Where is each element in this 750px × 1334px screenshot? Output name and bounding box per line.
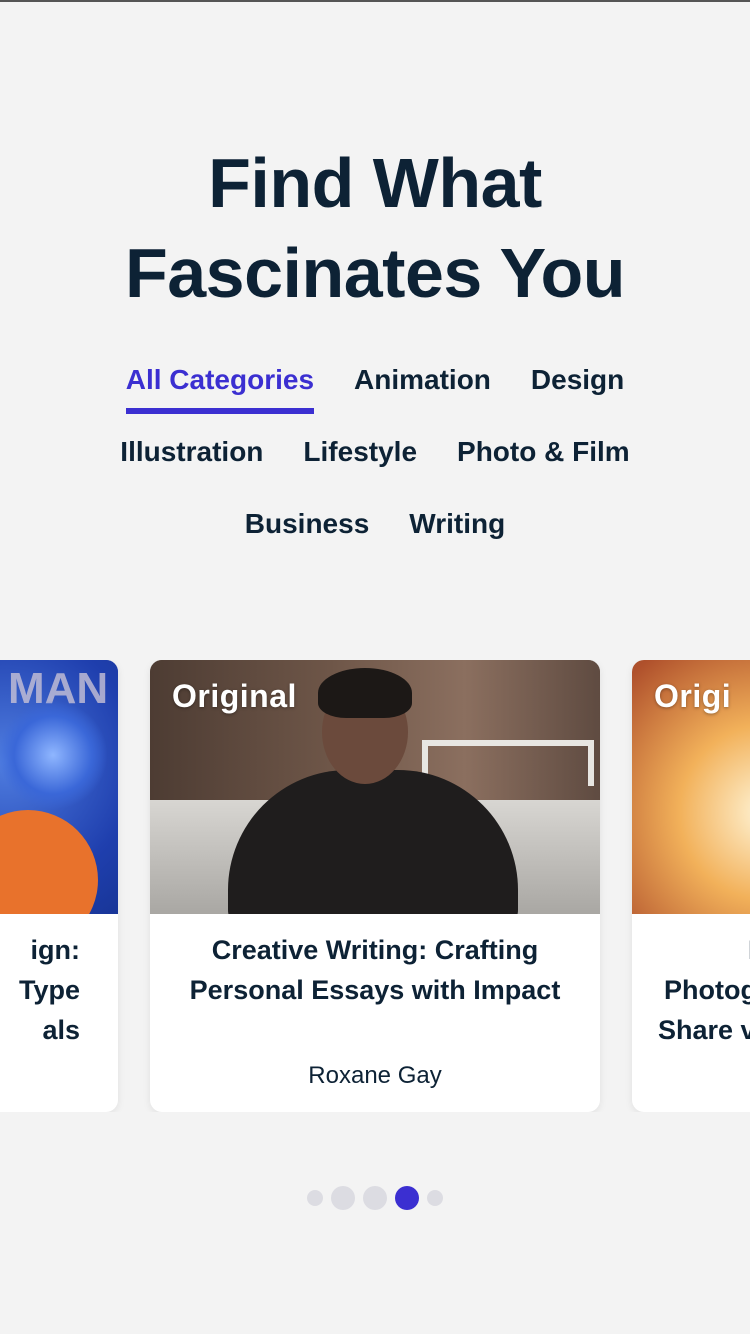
class-card-author: Roxane Gay — [308, 1062, 442, 1089]
original-badge: Origi — [654, 678, 732, 714]
class-card-title[interactable]: Creative Writing: Crafting Personal Essa… — [150, 930, 600, 1010]
page-title-line-1: Find What — [208, 144, 542, 222]
class-card-previous[interactable]: MAN ign: Type als — [0, 660, 118, 1112]
category-row-3: Business Writing — [0, 504, 750, 544]
thumbnail-art-shape — [0, 810, 98, 914]
category-tab-all-categories[interactable]: All Categories — [125, 360, 315, 414]
class-card-title-line: ign: — [30, 935, 80, 965]
pagination-dot[interactable] — [307, 1190, 323, 1206]
category-row-2: Illustration Lifestyle Photo & Film — [0, 432, 750, 472]
class-card-body: Creative Writing: Crafting Personal Essa… — [150, 914, 600, 1112]
class-card-next[interactable]: Origi In Photog Share v — [632, 660, 750, 1112]
class-card-title-line: Type — [18, 975, 80, 1005]
class-card-current[interactable]: Original Creative Writing: Crafting Pers… — [150, 660, 600, 1112]
carousel-pagination — [0, 1186, 750, 1210]
pagination-dot[interactable] — [331, 1186, 355, 1210]
pagination-dot[interactable] — [427, 1190, 443, 1206]
class-card-title: ign: Type als — [0, 930, 118, 1050]
original-badge: Original — [172, 678, 297, 714]
pagination-dot-active[interactable] — [395, 1186, 419, 1210]
category-tab-animation[interactable]: Animation — [354, 360, 491, 400]
category-tab-business[interactable]: Business — [245, 504, 370, 544]
page-title: Find What Fascinates You — [0, 138, 750, 318]
category-tab-illustration[interactable]: Illustration — [120, 432, 263, 472]
class-card-thumbnail: MAN — [0, 660, 118, 914]
category-tab-lifestyle[interactable]: Lifestyle — [303, 432, 417, 472]
instructor-hair — [318, 668, 412, 718]
pagination-dot[interactable] — [363, 1186, 387, 1210]
class-carousel[interactable]: MAN ign: Type als Original Creative Writ… — [0, 660, 750, 1112]
class-card-body: ign: Type als — [0, 914, 118, 1112]
class-card-title-line: Photog — [664, 975, 750, 1005]
top-border — [0, 0, 750, 2]
class-card-title: In Photog Share v — [632, 930, 750, 1050]
page-title-line-2: Fascinates You — [124, 234, 626, 312]
class-card-thumbnail: Origi — [632, 660, 750, 914]
class-card-title-line: als — [42, 1015, 80, 1045]
category-tab-writing[interactable]: Writing — [409, 504, 505, 544]
class-card-body: In Photog Share v — [632, 914, 750, 1112]
thumbnail-shelf — [422, 740, 594, 786]
class-card-title-line: In — [658, 930, 750, 970]
class-card-title-line: Share v — [658, 1015, 750, 1045]
thumbnail-art — [0, 700, 108, 810]
category-tab-photo-film[interactable]: Photo & Film — [457, 432, 630, 472]
class-card-thumbnail: Original — [150, 660, 600, 914]
category-row-1: All Categories Animation Design — [0, 360, 750, 414]
category-tab-design[interactable]: Design — [531, 360, 624, 400]
